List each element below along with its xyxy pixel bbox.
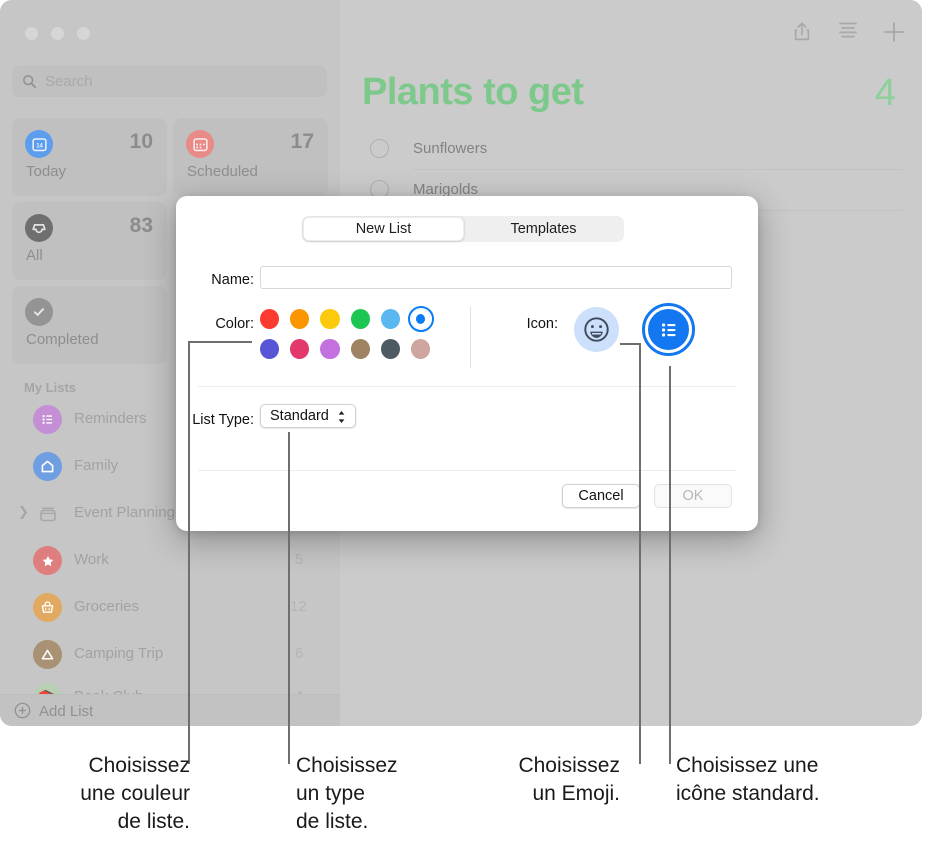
list-type-select[interactable]: Standard xyxy=(260,404,356,428)
tab-new-list[interactable]: New List xyxy=(303,217,464,241)
smart-list-label: Scheduled xyxy=(187,163,258,180)
list-item-groceries[interactable]: Groceries 12 xyxy=(0,585,340,630)
close-button[interactable] xyxy=(25,27,38,40)
vertical-divider xyxy=(470,306,471,368)
list-item-label: Event Planning xyxy=(74,504,175,521)
chevron-right-icon[interactable]: ❯ xyxy=(18,505,29,518)
smart-list-label: Completed xyxy=(26,331,99,348)
minimize-button[interactable] xyxy=(51,27,64,40)
smart-list-scheduled[interactable]: 17 Scheduled xyxy=(173,118,328,196)
plus-circle-icon xyxy=(14,702,31,719)
bulleted-list-icon xyxy=(33,405,62,434)
color-swatch-grid xyxy=(260,306,435,369)
smart-list-label: All xyxy=(26,247,43,264)
color-swatch-red[interactable] xyxy=(260,309,280,329)
standard-icon-button-selected[interactable] xyxy=(642,303,695,356)
list-item-count: 12 xyxy=(290,598,307,615)
icon-label: Icon: xyxy=(526,316,558,332)
check-circle-icon xyxy=(25,298,53,326)
my-lists-header: My Lists xyxy=(24,380,77,395)
calendar-day-icon: 14 xyxy=(25,130,53,158)
tab-templates[interactable]: Templates xyxy=(464,217,623,241)
divider xyxy=(198,386,736,387)
list-item-count: 6 xyxy=(295,645,304,662)
smart-list-all[interactable]: 83 All xyxy=(12,202,167,280)
name-label: Name: xyxy=(211,272,254,288)
ok-button[interactable]: OK xyxy=(654,484,732,508)
svg-text:14: 14 xyxy=(36,143,43,149)
search-icon xyxy=(23,75,37,89)
list-count: 4 xyxy=(874,72,896,114)
reminder-checkbox[interactable] xyxy=(370,139,389,158)
color-swatch-pink[interactable] xyxy=(290,339,310,359)
color-swatch-dustyrose[interactable] xyxy=(410,339,431,359)
color-callout-caption: Choisissez une couleur de liste. xyxy=(80,754,190,833)
add-list-label: Add List xyxy=(39,703,94,720)
color-swatch-purple[interactable] xyxy=(320,339,340,359)
color-swatch-brown[interactable] xyxy=(350,339,370,359)
divider xyxy=(198,470,736,471)
emoji-picker-button[interactable] xyxy=(574,307,619,352)
list-item-work[interactable]: Work 5 xyxy=(0,538,340,583)
zoom-button[interactable] xyxy=(77,27,90,40)
list-item-count: 5 xyxy=(295,551,304,568)
color-swatch-lightblue[interactable] xyxy=(380,309,400,329)
list-item-label: Groceries xyxy=(74,598,140,615)
standard-icon-callout-caption: Choisissez une icône standard. xyxy=(676,754,820,805)
smart-list-completed[interactable]: Completed xyxy=(12,286,167,364)
smart-list-count: 83 xyxy=(129,214,153,237)
reminder-row[interactable]: Sunflowers xyxy=(362,129,902,170)
basket-icon xyxy=(33,593,62,622)
cancel-button[interactable]: Cancel xyxy=(562,484,640,508)
listtype-callout-caption: Choisissez un type de liste. xyxy=(296,754,398,833)
new-list-dialog: New List Templates Name: Color: Icon: Li… xyxy=(176,196,758,531)
add-list-button[interactable]: Add List xyxy=(0,694,340,726)
list-item-label: Work xyxy=(74,551,109,568)
name-input[interactable] xyxy=(260,266,732,289)
add-reminder-icon[interactable] xyxy=(883,21,905,43)
list-item-camping-trip[interactable]: Camping Trip 6 xyxy=(0,632,340,677)
list-item-label: Reminders xyxy=(74,410,147,427)
dialog-tab-bar: New List Templates xyxy=(302,216,624,242)
star-icon xyxy=(33,546,62,575)
color-swatch-indigo[interactable] xyxy=(260,339,280,359)
chevron-up-down-icon xyxy=(338,411,345,423)
calendar-icon xyxy=(186,130,214,158)
sort-list-icon[interactable] xyxy=(838,21,858,38)
emoji-callout-caption: Choisissez un Emoji. xyxy=(518,754,620,805)
list-title: Plants to get xyxy=(362,71,584,113)
list-type-label: List Type: xyxy=(192,412,254,428)
search-placeholder: Search xyxy=(45,73,93,90)
list-item-label: Camping Trip xyxy=(74,645,164,662)
smart-list-count: 17 xyxy=(290,130,314,153)
house-icon xyxy=(33,452,62,481)
color-label: Color: xyxy=(215,316,254,332)
tent-icon xyxy=(33,640,62,669)
smart-list-label: Today xyxy=(26,163,67,180)
color-swatch-blue-selected[interactable] xyxy=(407,306,435,332)
list-item-label: Family xyxy=(74,457,119,474)
share-icon[interactable] xyxy=(792,21,812,42)
list-type-value: Standard xyxy=(270,408,329,424)
color-swatch-yellow[interactable] xyxy=(320,309,340,329)
inbox-tray-icon xyxy=(25,214,53,242)
emoji-smiley-icon xyxy=(584,317,609,342)
smart-list-count: 10 xyxy=(129,130,153,153)
search-input[interactable]: Search xyxy=(12,66,327,97)
reminder-text: Sunflowers xyxy=(413,140,488,157)
smart-list-today[interactable]: 14 10 Today xyxy=(12,118,167,196)
folder-group-icon xyxy=(33,499,62,528)
color-swatch-graphite[interactable] xyxy=(380,339,400,359)
color-swatch-orange[interactable] xyxy=(290,309,310,329)
selection-ring xyxy=(642,303,695,356)
color-swatch-green[interactable] xyxy=(350,309,370,329)
